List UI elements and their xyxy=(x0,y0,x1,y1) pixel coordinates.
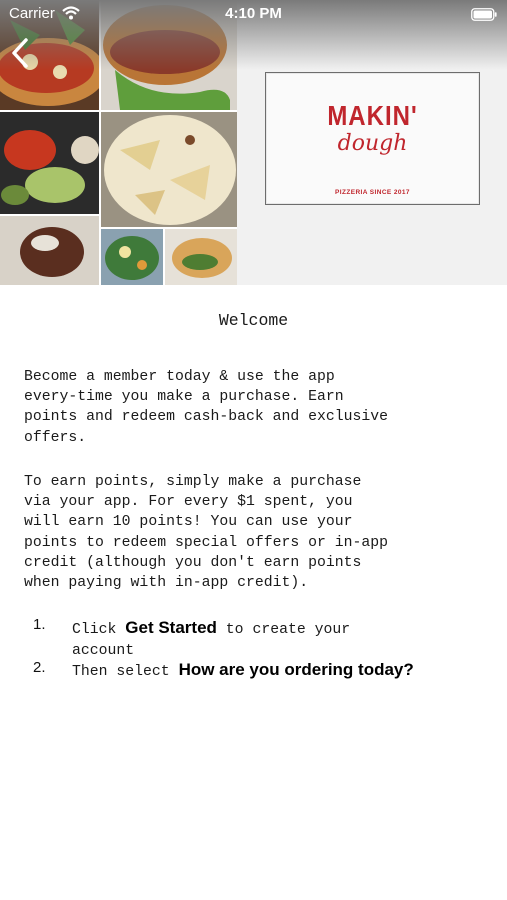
header-banner: MAKIN' dough PIZZERIA SINCE 2017 xyxy=(0,0,507,285)
logo-title: MAKIN' xyxy=(327,100,418,132)
logo-subtitle: PIZZERIA SINCE 2017 xyxy=(335,189,410,196)
step-number: 2. xyxy=(33,659,46,676)
chevron-left-icon xyxy=(4,38,36,74)
welcome-content: Welcome Become a member today & use the … xyxy=(0,285,507,900)
status-time: 4:10 PM xyxy=(225,5,282,22)
step-prefix: Click xyxy=(72,622,126,638)
points-paragraph: To earn points, simply make a purchase v… xyxy=(24,474,389,592)
logo-script: dough xyxy=(337,131,408,156)
step-number: 1. xyxy=(33,616,46,633)
get-started-text: Get Started xyxy=(125,618,217,637)
ordering-question-text: How are you ordering today? xyxy=(178,660,414,679)
back-button[interactable] xyxy=(4,36,36,70)
step-text: Then select How are you ordering today? xyxy=(72,660,414,683)
status-bar: Carrier 4:10 PM xyxy=(0,0,507,28)
page-title: Welcome xyxy=(218,311,289,330)
battery-icon xyxy=(471,8,497,21)
step-text: Click Get Started to create your account xyxy=(72,618,350,661)
brand-logo: MAKIN' dough PIZZERIA SINCE 2017 xyxy=(265,72,480,205)
step-prefix: Then select xyxy=(72,664,179,680)
intro-paragraph: Become a member today & use the app ever… xyxy=(24,369,389,446)
